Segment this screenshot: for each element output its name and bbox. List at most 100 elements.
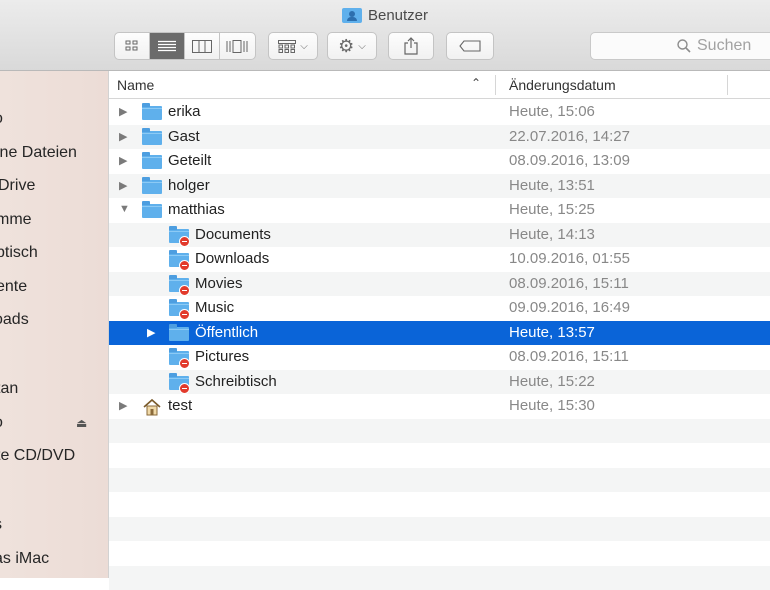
empty-row — [109, 468, 770, 493]
window-toolbar: Benutzer — [0, 0, 770, 71]
sidebar-item-desktop[interactable]: btisch — [0, 242, 108, 264]
file-row[interactable]: ▶ test Heute, 15:30 — [109, 394, 770, 419]
sidebar-item-label: btisch — [0, 242, 38, 264]
file-row[interactable]: SchreibtischHeute, 15:22 — [109, 370, 770, 395]
disclosure-collapsed-icon[interactable]: ▶ — [119, 154, 127, 167]
sidebar-item-imac[interactable]: as iMac — [0, 548, 108, 570]
file-row[interactable]: Movies08.09.2016, 15:11 — [109, 272, 770, 297]
modified-date: 09.09.2016, 16:49 — [509, 299, 630, 316]
file-name: Geteilt — [168, 152, 211, 169]
empty-row — [109, 419, 770, 444]
file-row[interactable]: ▶Geteilt08.09.2016, 13:09 — [109, 149, 770, 174]
no-access-badge-icon — [179, 358, 190, 369]
sidebar-item-downloads[interactable]: oads — [0, 309, 108, 331]
file-row[interactable]: Pictures08.09.2016, 15:11 — [109, 345, 770, 370]
sidebar-item-label: tan — [0, 378, 18, 400]
sidebar-item-remote-disc[interactable]: te CD/DVD — [0, 445, 108, 467]
file-list: Name ⌃ Änderungsdatum ▶erikaHeute, 15:06… — [109, 71, 770, 578]
file-name: Gast — [168, 128, 200, 145]
list-view-icon — [158, 40, 176, 52]
action-button[interactable]: ⚙ ⌵ — [327, 32, 377, 60]
file-row[interactable]: ▼ matthias Heute, 15:25 — [109, 198, 770, 223]
sidebar-item-label: mme — [0, 209, 32, 231]
modified-date: 22.07.2016, 14:27 — [509, 128, 630, 145]
disclosure-collapsed-icon[interactable]: ▶ — [119, 130, 127, 143]
modified-date: Heute, 15:22 — [509, 373, 595, 390]
sidebar-item-label: oads — [0, 309, 29, 331]
sidebar-item-device[interactable]: tan — [0, 378, 108, 400]
sidebar-item-my-files[interactable]: ine Dateien — [0, 142, 108, 164]
sidebar-item-label: ente — [0, 276, 27, 298]
empty-row — [109, 492, 770, 517]
file-name: Movies — [195, 275, 243, 292]
modified-date: Heute, 14:13 — [509, 226, 595, 243]
chevron-down-icon: ⌵ — [300, 41, 308, 52]
folder-icon — [142, 129, 162, 145]
restricted-folder-icon — [169, 276, 189, 292]
file-row[interactable]: ▶erikaHeute, 15:06 — [109, 100, 770, 125]
file-name: erika — [168, 103, 201, 120]
disclosure-collapsed-icon[interactable]: ▶ — [119, 399, 127, 412]
file-row[interactable]: DocumentsHeute, 14:13 — [109, 223, 770, 248]
file-row[interactable]: ▶holgerHeute, 13:51 — [109, 174, 770, 199]
disclosure-expanded-icon[interactable]: ▼ — [119, 203, 130, 215]
users-folder-icon — [342, 7, 362, 23]
restricted-folder-icon — [169, 374, 189, 390]
window-title-text: Benutzer — [368, 7, 428, 24]
file-row[interactable]: ▶ Öffentlich Heute, 13:57 — [109, 321, 770, 346]
tag-icon — [459, 40, 481, 52]
sidebar-item-drive[interactable]: Drive — [0, 175, 108, 197]
file-name: Öffentlich — [195, 324, 258, 341]
sidebar-item-programs[interactable]: mme — [0, 209, 108, 231]
sidebar-item-label: s — [0, 514, 2, 536]
eject-icon[interactable]: ⏏ — [76, 412, 87, 434]
sidebar-item-volume[interactable]: o⏏ — [0, 412, 108, 434]
search-field[interactable]: Suchen — [590, 32, 770, 60]
modified-date: Heute, 15:30 — [509, 397, 595, 414]
file-row[interactable]: Downloads 10.09.2016, 01:55 — [109, 247, 770, 272]
sidebar: o ine Dateien Drive mme btisch ente oads… — [0, 71, 109, 578]
folder-icon — [169, 325, 189, 341]
modified-date: 10.09.2016, 01:55 — [509, 250, 630, 267]
modified-date: Heute, 13:51 — [509, 177, 595, 194]
name-column-header[interactable]: Name — [117, 77, 154, 93]
arrange-button[interactable]: ⌵ — [268, 32, 318, 60]
file-name: matthias — [168, 201, 225, 218]
sidebar-item-label: ine Dateien — [0, 142, 77, 164]
arrange-grid-icon — [278, 40, 296, 53]
tag-button[interactable] — [446, 32, 494, 60]
column-divider[interactable] — [727, 75, 728, 95]
file-name: Pictures — [195, 348, 249, 365]
column-view-button[interactable] — [185, 33, 220, 59]
column-divider[interactable] — [495, 75, 496, 95]
disclosure-collapsed-icon[interactable]: ▶ — [119, 179, 127, 192]
icon-view-button[interactable] — [115, 33, 150, 59]
no-access-badge-icon — [179, 309, 190, 320]
file-name: Downloads — [195, 250, 269, 267]
folder-icon — [142, 153, 162, 169]
file-name: Music — [195, 299, 234, 316]
modified-date: Heute, 15:25 — [509, 201, 595, 218]
sidebar-item-documents[interactable]: ente — [0, 276, 108, 298]
empty-row — [109, 443, 770, 468]
no-access-badge-icon — [179, 383, 190, 394]
file-row[interactable]: ▶ Gast 22.07.2016, 14:27 — [109, 125, 770, 150]
disclosure-collapsed-icon[interactable]: ▶ — [147, 326, 155, 339]
no-access-badge-icon — [179, 260, 190, 271]
coverflow-view-button[interactable] — [220, 33, 255, 59]
no-access-badge-icon — [179, 236, 190, 247]
window-title: Benutzer — [0, 4, 770, 26]
file-row[interactable]: Music 09.09.2016, 16:49 — [109, 296, 770, 321]
sidebar-item-label: te CD/DVD — [0, 445, 75, 467]
file-name: test — [168, 397, 192, 414]
share-button[interactable] — [388, 32, 434, 60]
sidebar-item-shared[interactable]: s — [0, 514, 108, 536]
modified-date: Heute, 13:57 — [509, 324, 595, 341]
list-view-button[interactable] — [150, 33, 185, 59]
folder-icon — [142, 202, 162, 218]
disclosure-collapsed-icon[interactable]: ▶ — [119, 105, 127, 118]
sort-ascending-icon[interactable]: ⌃ — [471, 76, 481, 90]
date-column-header[interactable]: Änderungsdatum — [509, 77, 616, 93]
sidebar-item[interactable]: o — [0, 108, 108, 130]
icon-view-icon — [125, 40, 139, 52]
